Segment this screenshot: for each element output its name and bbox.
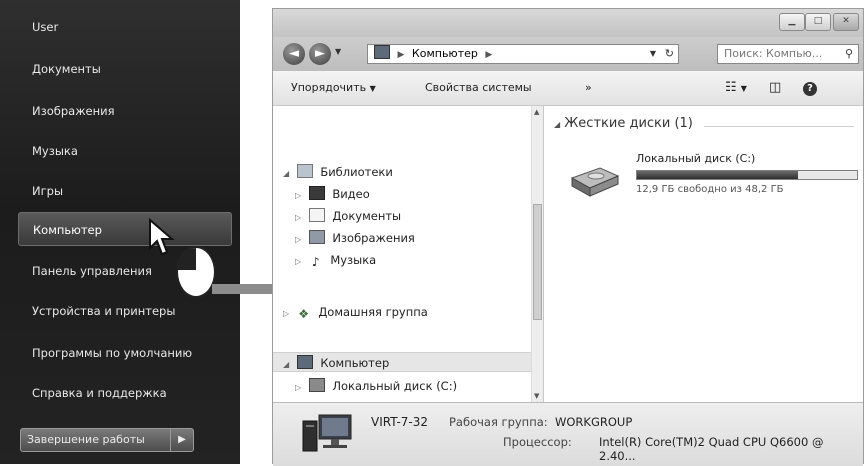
breadcrumb-chevron-icon[interactable]: ▶ [485, 50, 492, 60]
breadcrumb-chevron-icon: ▶ [397, 50, 405, 60]
workgroup-label: Рабочая группа: [449, 415, 548, 429]
tree-music[interactable]: ▷ ♪ Музыка [295, 250, 376, 270]
address-bar[interactable]: ▶ Компьютер ▶ ▼ ↻ [367, 44, 679, 64]
tree-pictures[interactable]: ▷ Изображения [295, 228, 415, 248]
expand-arrow-icon[interactable]: ▷ [295, 252, 305, 272]
title-bar[interactable]: ▁ □ ✕ [273, 9, 863, 37]
scroll-down-icon[interactable]: ▼ [534, 392, 539, 400]
shutdown-button[interactable]: Завершение работы ▶ [20, 428, 194, 452]
command-bar: Упорядочить ▼ Свойства системы » ☷ ▼ ◫ ? [273, 71, 863, 106]
tree-label: Домашняя группа [318, 305, 428, 319]
drive-usage-bar [636, 170, 858, 180]
libraries-icon [296, 164, 313, 178]
chevron-down-icon: ▼ [369, 84, 376, 93]
preview-pane-icon[interactable]: ◫ [769, 71, 781, 105]
tree-local-disk[interactable]: ▷ Локальный диск (C:) [295, 376, 457, 396]
tree-label: Компьютер [320, 356, 390, 370]
tree-label: Библиотеки [320, 165, 393, 179]
pictures-library-icon [308, 230, 325, 244]
content-pane: ◢ Жесткие диски (1) Локальный диск (C:) … [544, 106, 863, 402]
back-button[interactable]: ◄ [283, 43, 305, 65]
start-item-documents[interactable]: Документы [18, 52, 232, 86]
tree-computer[interactable]: ◢ Компьютер [273, 352, 531, 372]
processor-label: Процессор: [503, 435, 572, 449]
start-item-default-programs[interactable]: Программы по умолчанию [18, 336, 232, 370]
start-item-games[interactable]: Игры [18, 174, 232, 208]
music-library-icon: ♪ [311, 255, 320, 269]
search-placeholder: Поиск: Компью... [724, 47, 823, 60]
organize-label: Упорядочить [291, 81, 367, 94]
mouse-click-icon [176, 246, 216, 298]
tree-label: Музыка [330, 253, 377, 267]
tree-documents[interactable]: ▷ Документы [295, 206, 401, 226]
homegroup-icon: ❖ [298, 307, 310, 321]
tree-label: Изображения [332, 231, 415, 245]
navigation-pane: ◢ Библиотеки ▷ Видео ▷ Документы ▷ Изобр… [273, 106, 544, 402]
video-library-icon [308, 186, 325, 200]
search-input[interactable]: Поиск: Компью... ⚲ [717, 44, 859, 64]
address-row: ◄ ► ▼ ▶ Компьютер ▶ ▼ ↻ Поиск: Компью...… [273, 37, 863, 71]
start-item-music[interactable]: Музыка [18, 134, 232, 168]
documents-library-icon [308, 208, 325, 222]
drive-name[interactable]: Локальный диск (C:) [636, 152, 755, 165]
view-options-icon[interactable]: ☷ ▼ [725, 71, 747, 105]
group-header[interactable]: ◢ Жесткие диски (1) [554, 116, 693, 131]
forward-button[interactable]: ► [309, 43, 331, 65]
maximize-button[interactable]: □ [805, 13, 831, 31]
tree-label: Видео [332, 187, 370, 201]
expand-arrow-icon[interactable]: ▷ [283, 304, 293, 324]
tree-label: Локальный диск (C:) [332, 379, 458, 393]
collapse-arrow-icon[interactable]: ◢ [283, 164, 293, 184]
hard-drive-icon [570, 167, 620, 197]
expand-arrow-icon[interactable]: ▷ [295, 186, 305, 206]
tree-video[interactable]: ▷ Видео [295, 184, 370, 204]
start-item-computer[interactable]: Компьютер [18, 212, 232, 246]
explorer-window: ▁ □ ✕ ◄ ► ▼ ▶ Компьютер ▶ ▼ ↻ Поиск: Ком… [272, 8, 864, 466]
system-properties-button[interactable]: Свойства системы [425, 71, 532, 105]
drive-usage-fill [637, 171, 798, 179]
close-button[interactable]: ✕ [833, 13, 859, 31]
start-item-pictures[interactable]: Изображения [18, 94, 232, 128]
drive-free-space: 12,9 ГБ свободно из 48,2 ГБ [636, 184, 784, 195]
scroll-up-icon[interactable]: ▲ [534, 108, 539, 116]
tree-label: Документы [332, 209, 402, 223]
group-header-label: Жесткие диски (1) [564, 116, 693, 131]
collapse-arrow-icon[interactable]: ◢ [554, 120, 560, 129]
collapse-arrow-icon[interactable]: ◢ [283, 355, 293, 375]
history-dropdown-icon[interactable]: ▼ [335, 47, 341, 56]
start-item-devices-printers[interactable]: Устройства и принтеры [18, 294, 232, 328]
expand-arrow-icon[interactable]: ▷ [295, 230, 305, 250]
help-icon[interactable]: ? [803, 71, 817, 105]
processor-value: Intel(R) Core(TM)2 Quad CPU Q6600 @ 2.40… [599, 435, 824, 463]
refresh-icon[interactable]: ↻ [665, 45, 674, 63]
breadcrumb-computer[interactable]: Компьютер [412, 47, 478, 60]
details-pane: VIRT-7-32 Рабочая группа: WORKGROUP Проц… [273, 402, 863, 466]
expand-arrow-icon[interactable]: ▷ [295, 208, 305, 228]
workgroup-value: WORKGROUP [555, 415, 633, 429]
minimize-button[interactable]: ▁ [779, 13, 805, 31]
scrollbar-thumb[interactable] [533, 204, 542, 320]
nav-scrollbar[interactable]: ▲ ▼ [531, 106, 543, 402]
computer-name: VIRT-7-32 [371, 415, 429, 429]
computer-icon [302, 414, 352, 452]
shutdown-options-arrow-icon[interactable]: ▶ [170, 429, 193, 451]
mouse-cursor-icon [149, 218, 175, 256]
start-menu: User Документы Изображения Музыка Игры К… [0, 0, 240, 464]
search-icon: ⚲ [844, 47, 853, 60]
tree-libraries[interactable]: ◢ Библиотеки [283, 162, 393, 182]
start-item-help-support[interactable]: Справка и поддержка [18, 376, 232, 410]
group-divider [704, 126, 854, 127]
drive-icon [308, 378, 325, 392]
expand-arrow-icon[interactable]: ▷ [295, 378, 305, 398]
computer-icon [374, 45, 390, 59]
start-item-user[interactable]: User [18, 10, 232, 44]
computer-icon [296, 355, 313, 369]
shutdown-label: Завершение работы [27, 433, 145, 446]
address-dropdown-icon[interactable]: ▼ [650, 45, 656, 63]
more-commands-button[interactable]: » [585, 71, 592, 105]
tree-homegroup[interactable]: ▷ ❖ Домашняя группа [283, 302, 428, 322]
organize-button[interactable]: Упорядочить ▼ [291, 71, 376, 105]
